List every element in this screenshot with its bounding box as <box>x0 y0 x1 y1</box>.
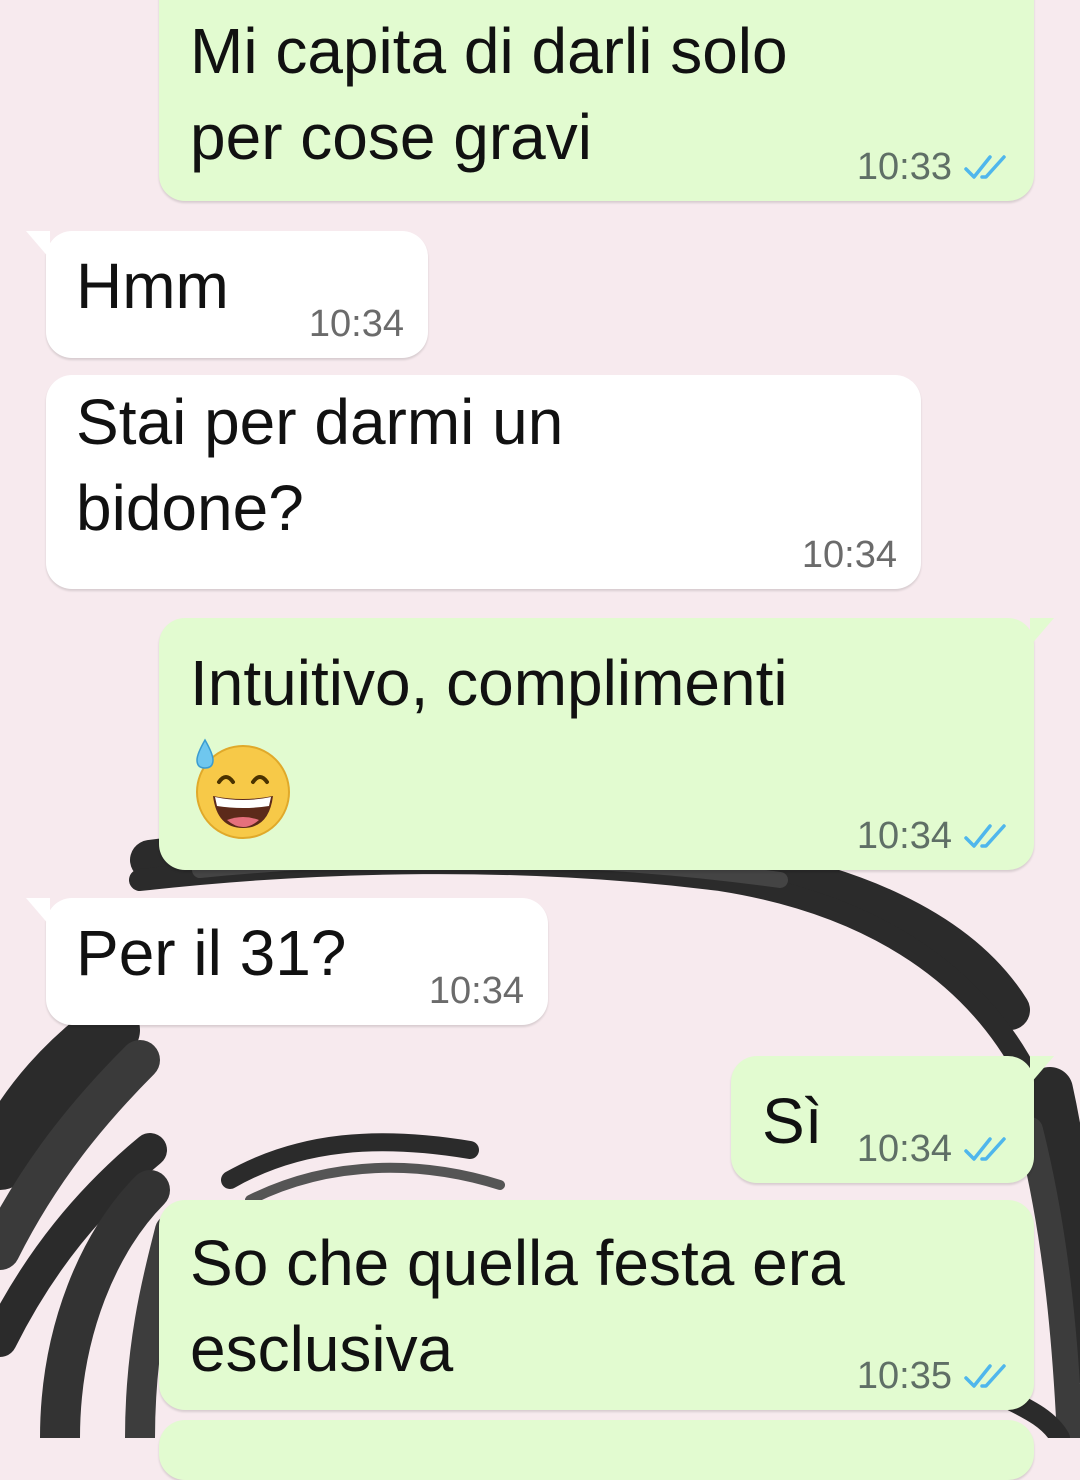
message-text: Hmm <box>76 250 229 322</box>
message-bubble-outgoing[interactable]: Sì 10:34 <box>731 1056 1054 1183</box>
read-ticks-icon <box>964 824 1006 848</box>
read-ticks-icon <box>964 1364 1006 1388</box>
message-time: 10:34 <box>308 303 404 345</box>
message-text: Mi capita di darli solo per cose gravi <box>190 15 788 173</box>
message-bubble-outgoing[interactable]: Intuitivo, complimenti 10:34 <box>159 618 1054 870</box>
message-text: Stai per darmi un bidone? <box>76 386 564 544</box>
read-ticks-icon <box>964 1137 1006 1161</box>
bubble-tail <box>1030 1056 1054 1084</box>
read-ticks-icon <box>964 155 1006 179</box>
grinning-face-with-sweat-icon <box>196 738 290 839</box>
message-text: Per il 31? <box>76 917 347 989</box>
message-text: Sì <box>762 1085 823 1157</box>
message-time: 10:34 <box>856 815 952 857</box>
message-time: 10:34 <box>801 534 897 576</box>
message-bubble-incoming[interactable]: Stai per darmi un bidone? 10:34 <box>46 375 921 589</box>
bubble-tail <box>26 231 50 259</box>
message-text: So che quella festa era esclusiva <box>190 1227 845 1385</box>
message-bubble-outgoing-partial[interactable] <box>159 1420 1034 1480</box>
message-time: 10:34 <box>428 970 524 1012</box>
message-bubble-incoming[interactable]: Hmm 10:34 <box>26 231 428 358</box>
message-bubble-outgoing[interactable]: Mi capita di darli solo per cose gravi 1… <box>159 0 1034 201</box>
message-text: Intuitivo, complimenti <box>190 647 788 719</box>
message-time: 10:35 <box>856 1355 952 1397</box>
bubble-tail <box>1030 618 1054 646</box>
bubble-tail <box>26 898 50 926</box>
message-time: 10:33 <box>856 146 952 188</box>
message-bubble-incoming[interactable]: Per il 31? 10:34 <box>26 898 548 1025</box>
message-bubble-outgoing[interactable]: So che quella festa era esclusiva 10:35 <box>159 1200 1034 1410</box>
message-time: 10:34 <box>856 1128 952 1170</box>
